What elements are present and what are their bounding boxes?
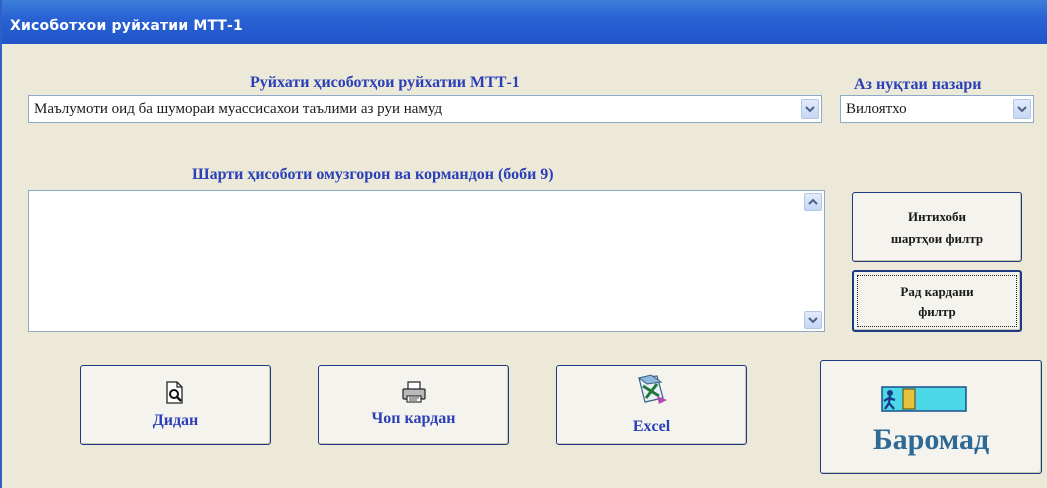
report-list-label: Руйхати ҳисоботҳои руйхатии МТТ-1: [250, 74, 520, 91]
condition-label: Шарти ҳисоботи омузгорон ва кормандон (б…: [192, 166, 554, 183]
select-filter-line1: Интихоби: [908, 209, 966, 224]
view-button[interactable]: Дидан: [80, 365, 271, 445]
scroll-down-button[interactable]: [804, 311, 822, 329]
window-title: Хисоботхои руйхатии МТТ-1: [10, 18, 243, 34]
title-bar: Хисоботхои руйхатии МТТ-1: [2, 0, 1047, 44]
excel-button[interactable]: Excel: [556, 365, 747, 445]
select-filter-line2: шартҳои филтр: [890, 231, 984, 246]
print-label: Чоп кардан: [371, 410, 456, 427]
magnifier-page-icon: [163, 381, 187, 410]
excel-label: Excel: [632, 418, 671, 435]
cancel-filter-line1: Рад кардани: [900, 284, 974, 299]
chevron-down-icon[interactable]: [1013, 99, 1031, 119]
exit-label: Баромад: [872, 423, 990, 456]
viewpoint-select[interactable]: Вилоятхо: [840, 95, 1034, 123]
cancel-filter-button[interactable]: Рад кардани филтр: [852, 270, 1022, 332]
chevron-down-icon[interactable]: [801, 99, 819, 119]
exit-door-icon: [881, 385, 967, 418]
condition-textarea[interactable]: [28, 190, 825, 332]
report-list-select[interactable]: Маълумоти оид ба шумораи муассисахои таъ…: [28, 95, 822, 123]
printer-icon: [401, 380, 427, 409]
excel-icon: [635, 374, 669, 411]
report-list-value: Маълумоти оид ба шумораи муассисахои таъ…: [34, 101, 443, 117]
print-button[interactable]: Чоп кардан: [318, 365, 509, 445]
scrollbar[interactable]: [804, 193, 822, 329]
exit-button[interactable]: Баромад: [820, 360, 1042, 474]
viewpoint-label: Аз нуқтаи назари: [854, 76, 982, 93]
report-window: Хисоботхои руйхатии МТТ-1 Руйхати ҳисобо…: [0, 0, 1047, 488]
cancel-filter-line2: филтр: [918, 304, 956, 319]
viewpoint-value: Вилоятхо: [846, 101, 907, 117]
scroll-up-button[interactable]: [804, 193, 822, 211]
select-filter-button[interactable]: Интихоби шартҳои филтр: [852, 192, 1022, 262]
view-label: Дидан: [152, 412, 199, 429]
